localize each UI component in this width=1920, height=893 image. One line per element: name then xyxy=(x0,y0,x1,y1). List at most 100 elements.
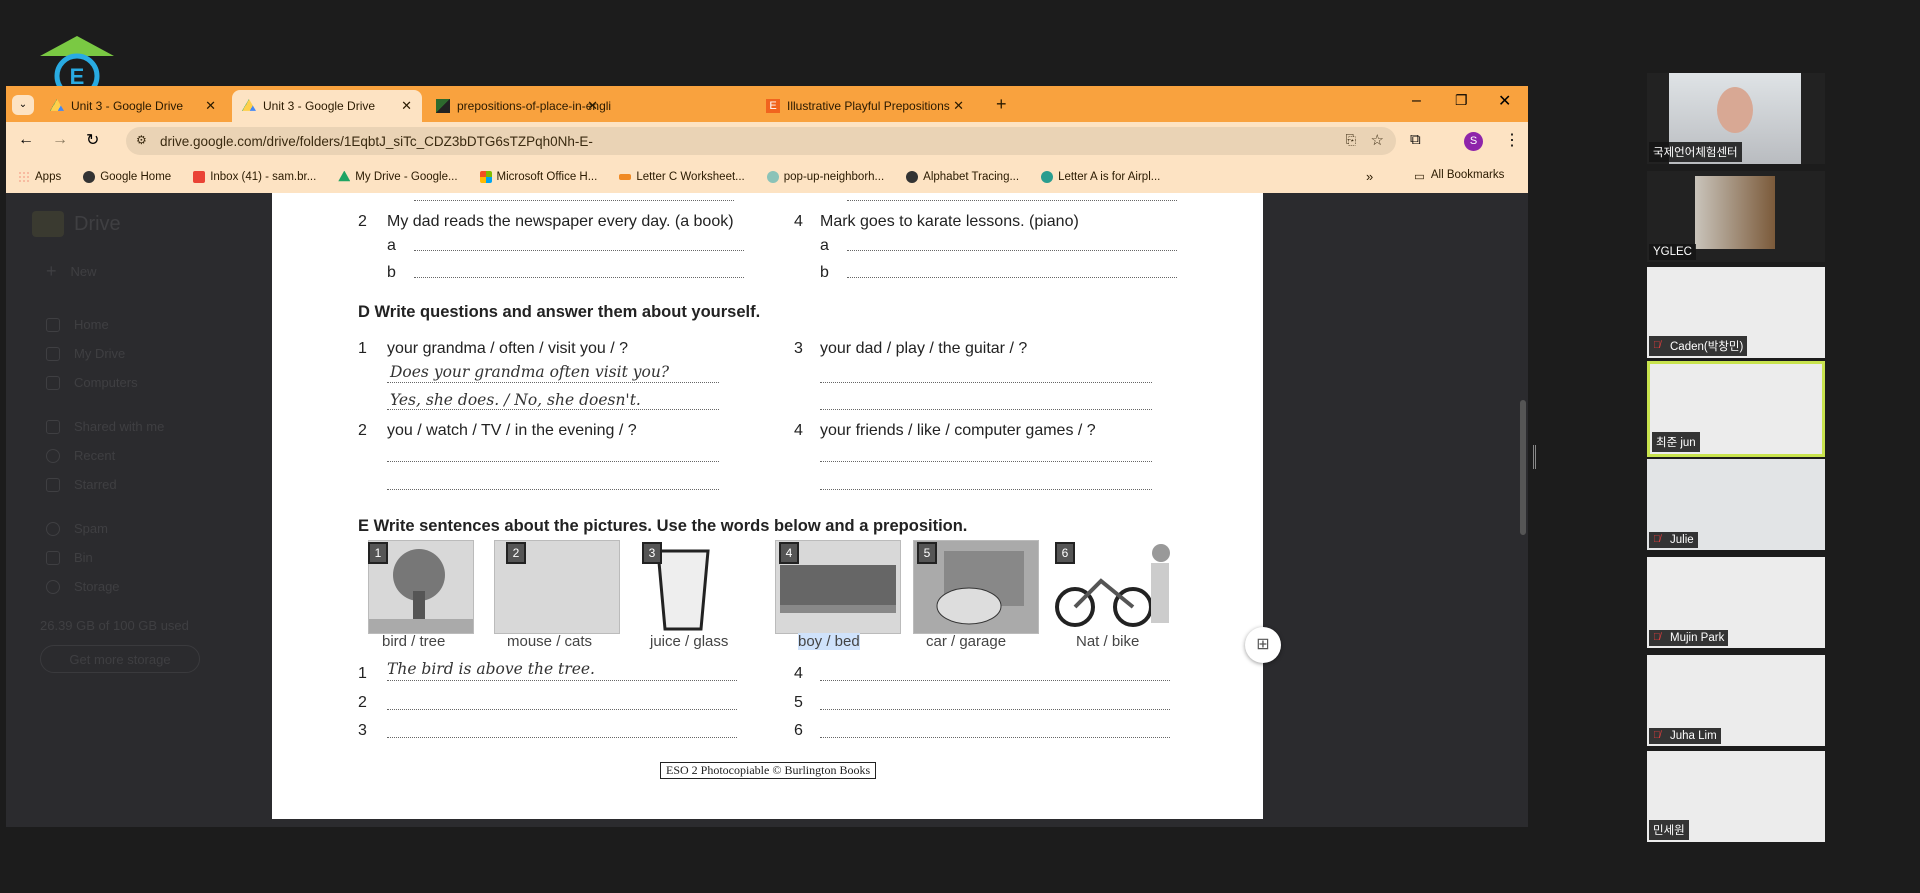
bookmark-microsoft[interactable]: Microsoft Office H... xyxy=(479,170,598,183)
tab-title: Illustrative Playful Prepositions xyxy=(787,99,950,113)
site-info-icon[interactable]: ⚙ xyxy=(136,133,147,147)
answer-line xyxy=(387,680,737,681)
participant-name: 🎙̸ Caden(박창민) xyxy=(1649,336,1748,356)
tab-unit3-2[interactable]: Unit 3 - Google Drive ✕ xyxy=(232,90,422,122)
participant-tile[interactable]: 🎙̸ Caden(박창민) xyxy=(1647,267,1825,358)
item-number: 5 xyxy=(794,694,803,711)
new-tab-button[interactable]: + xyxy=(996,94,1007,115)
tab-search-button[interactable]: ⌄ xyxy=(12,95,34,115)
nav-label: My Drive xyxy=(74,346,126,361)
back-button[interactable]: ← xyxy=(18,131,34,149)
install-icon[interactable]: ⎘ xyxy=(1346,132,1356,148)
participant-video xyxy=(1695,176,1775,249)
drive-icon xyxy=(50,99,64,111)
bookmark-letter-a[interactable]: Letter A is for Airpl... xyxy=(1041,170,1160,183)
bookmark-label: Letter C Worksheet... xyxy=(636,170,745,183)
answer-line xyxy=(820,489,1152,490)
home-icon xyxy=(46,317,60,332)
etsy-icon: E xyxy=(766,99,780,113)
close-tab-icon[interactable]: ✕ xyxy=(205,98,216,114)
globe-icon xyxy=(906,170,919,183)
tab-title: Unit 3 - Google Drive xyxy=(71,99,184,113)
item-number: 3 xyxy=(358,722,367,739)
nav-my-drive[interactable]: My Drive xyxy=(46,346,125,361)
tab-unit3-1[interactable]: Unit 3 - Google Drive ✕ xyxy=(40,90,226,122)
bookmark-label: Microsoft Office H... xyxy=(496,170,598,183)
apps-grid-icon xyxy=(18,170,30,183)
worksheet-page: 2 My dad reads the newspaper every day. … xyxy=(272,193,1263,819)
picture-number-badge: 5 xyxy=(917,542,937,564)
address-bar[interactable]: ⚙ drive.google.com/drive/folders/1EqbtJ_… xyxy=(126,127,1396,155)
tab-prepositions[interactable]: prepositions-of-place-in-engli ✕ xyxy=(426,90,748,122)
bookmark-label: Inbox (41) - sam.br... xyxy=(210,170,317,183)
picture-label: Nat / bike xyxy=(1076,633,1140,650)
all-bookmarks[interactable]: ▭ All Bookmarks xyxy=(1414,169,1504,183)
close-tab-icon[interactable]: ✕ xyxy=(587,98,598,114)
bookmark-star-icon[interactable]: ☆ xyxy=(1371,131,1384,149)
participant-name: 🎙̸ Mujin Park xyxy=(1649,630,1729,646)
nav-starred[interactable]: Starred xyxy=(46,477,117,492)
bookmark-my-drive[interactable]: My Drive - Google... xyxy=(338,170,458,183)
tab-illustrative[interactable]: E Illustrative Playful Prepositions ✕ xyxy=(756,90,986,122)
tab-bar: ⌄ Unit 3 - Google Drive ✕ Unit 3 - Google… xyxy=(6,86,1528,122)
maximize-button[interactable]: ❐ xyxy=(1455,92,1468,109)
dollar-icon xyxy=(1041,170,1054,183)
scrollbar[interactable] xyxy=(1520,400,1526,535)
minimize-button[interactable]: – xyxy=(1412,92,1421,110)
panel-resize-handle[interactable] xyxy=(1533,445,1536,469)
drive-icon xyxy=(242,99,256,111)
new-button[interactable]: + New xyxy=(46,261,97,282)
reload-button[interactable]: ↻ xyxy=(86,130,99,150)
participant-tile[interactable]: YGLEC xyxy=(1647,171,1825,262)
picture-label-selected[interactable]: boy / bed xyxy=(798,633,860,650)
clock-icon xyxy=(46,448,60,463)
people-icon xyxy=(46,419,60,434)
item-number: 1 xyxy=(358,665,367,682)
nav-shared[interactable]: Shared with me xyxy=(46,419,164,434)
muted-mic-icon: 🎙̸ xyxy=(1653,730,1661,741)
face xyxy=(1717,87,1753,133)
participant-tile[interactable]: 국제언어체험센터 xyxy=(1647,73,1825,164)
muted-mic-icon: 🎙̸ xyxy=(1653,340,1661,351)
add-comment-button[interactable]: ⊞ xyxy=(1245,627,1281,663)
bookmark-alphabet[interactable]: Alphabet Tracing... xyxy=(906,170,1019,183)
nav-label: Shared with me xyxy=(74,419,165,434)
microsoft-icon xyxy=(479,170,492,183)
participant-tile[interactable]: 🎙̸ Julie xyxy=(1647,459,1825,550)
get-storage-button[interactable]: Get more storage xyxy=(40,645,200,673)
bookmark-apps[interactable]: Apps xyxy=(18,170,61,183)
close-window-button[interactable]: ✕ xyxy=(1498,91,1511,111)
folder-icon: ▭ xyxy=(1414,171,1425,183)
participant-tile-speaking[interactable]: 최준 jun xyxy=(1647,361,1825,457)
nav-recent[interactable]: Recent xyxy=(46,448,115,463)
new-label: New xyxy=(70,264,97,279)
tab-title: Unit 3 - Google Drive xyxy=(263,99,376,113)
extensions-icon[interactable]: ⧉ xyxy=(1410,131,1421,148)
bookmark-letter-c[interactable]: Letter C Worksheet... xyxy=(619,170,745,183)
close-tab-icon[interactable]: ✕ xyxy=(953,98,964,114)
nav-label: Starred xyxy=(74,477,117,492)
bookmark-inbox[interactable]: Inbox (41) - sam.br... xyxy=(193,170,317,183)
participant-tile[interactable]: 🎙̸ Juha Lim xyxy=(1647,655,1825,746)
nav-spam[interactable]: Spam xyxy=(46,521,108,536)
nav-bin[interactable]: Bin xyxy=(46,550,93,565)
answer-line xyxy=(820,680,1170,681)
forward-button[interactable]: → xyxy=(52,131,68,149)
url-text: drive.google.com/drive/folders/1EqbtJ_si… xyxy=(160,133,593,149)
nav-home[interactable]: Home xyxy=(46,317,109,332)
globe-icon xyxy=(83,170,96,183)
participant-tile[interactable]: 민세원 xyxy=(1647,751,1825,842)
participant-name: YGLEC xyxy=(1649,244,1696,260)
more-bookmarks-icon[interactable]: » xyxy=(1366,169,1373,184)
nav-computers[interactable]: Computers xyxy=(46,375,138,390)
nav-storage[interactable]: Storage xyxy=(46,579,120,594)
close-tab-icon[interactable]: ✕ xyxy=(401,98,412,114)
item-number: 4 xyxy=(794,422,803,439)
picture-number-badge: 2 xyxy=(506,542,526,564)
menu-icon[interactable]: ⋮ xyxy=(1504,130,1520,150)
gmail-icon xyxy=(193,170,206,183)
profile-avatar[interactable]: S xyxy=(1464,132,1483,151)
bookmark-pop-up[interactable]: pop-up-neighborh... xyxy=(766,170,884,183)
participant-tile[interactable]: 🎙̸ Mujin Park xyxy=(1647,557,1825,648)
bookmark-google-home[interactable]: Google Home xyxy=(83,170,171,183)
